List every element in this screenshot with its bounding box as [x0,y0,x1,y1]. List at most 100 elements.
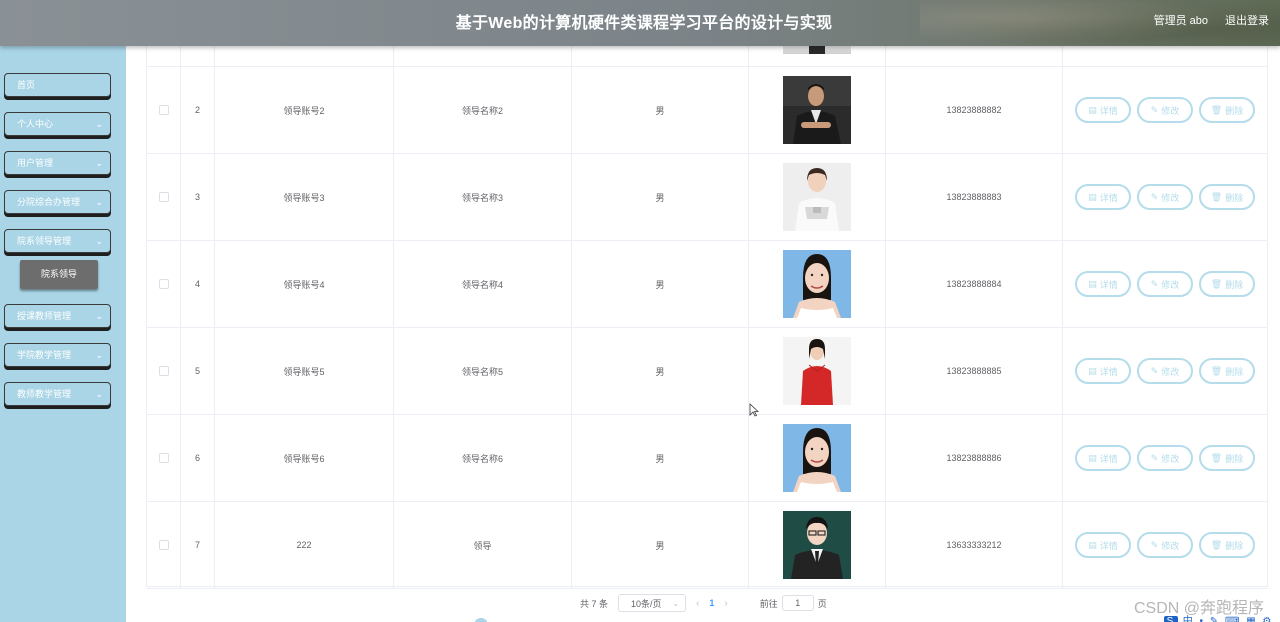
sidebar-item-dept-leader-management[interactable]: 院系领导管理 ⌄ [4,229,111,253]
row-index: 5 [181,328,215,414]
leader-photo [783,250,851,318]
row-checkbox[interactable] [158,105,169,115]
leader-photo [783,76,851,144]
document-icon: ▤ [1088,278,1097,289]
sidebar-item-college-teaching-management[interactable]: 学院教学管理 ⌄ [4,343,111,367]
detail-button[interactable]: ▤ 详情 [1075,532,1131,558]
sidebar-item-label: 分院综合办管理 [17,197,81,207]
row-checkbox[interactable] [158,540,169,550]
edit-icon: ✎ [1150,539,1159,550]
chevron-down-icon: ⌄ [95,311,103,321]
page-size-value: 10条/页 [631,598,662,609]
edit-icon: ✎ [1150,191,1159,202]
logout-button[interactable]: 退出登录 [1225,12,1269,28]
page-size-select[interactable]: 10条/页 ⌄ [618,594,687,612]
sidebar-item-label: 首页 [17,80,36,90]
submenu-item-dept-leader[interactable]: 院系领导 [20,260,98,289]
table-row: 5 领导账号5 领导名称5 男 13823888885 ▤ 详情 ✎ 修改 🗑 删除 [147,328,1267,415]
sidebar-item-label: 学院教学管理 [17,350,72,360]
delete-button[interactable]: 🗑 删除 [1199,184,1255,210]
sidebar-item-teacher-teaching-management[interactable]: 教师教学管理 ⌄ [4,382,111,406]
chevron-down-icon: ⌄ [672,598,680,608]
trash-icon: 🗑 [1210,278,1223,289]
table-row: 6 领导账号6 领导名称6 男 13823888886 ▤ 详情 ✎ 修改 🗑 删除 [147,415,1267,502]
edit-button[interactable]: ✎ 修改 [1137,358,1193,384]
leader-name: 领导名称4 [394,241,572,327]
table-row: 4 领导账号4 领导名称4 男 13823888884 ▤ 详情 ✎ 修改 🗑 删除 [147,241,1267,328]
delete-button[interactable]: 🗑 删除 [1199,358,1255,384]
leader-account: 领导账号2 [215,67,394,153]
chevron-down-icon: ⌄ [95,119,103,129]
sidebar-item-label: 院系领导管理 [17,236,72,246]
leader-name: 领导名称5 [394,328,572,414]
leader-gender: 男 [572,154,749,240]
row-index: 6 [181,415,215,501]
leader-account: 领导账号5 [215,328,394,414]
detail-button[interactable]: ▤ 详情 [1075,271,1131,297]
leader-gender: 男 [572,241,749,327]
leader-name: 领导名称2 [394,67,572,153]
document-icon: ▤ [1088,365,1097,376]
goto-label: 前往 [759,598,778,609]
row-index: 7 [181,502,215,588]
detail-button[interactable]: ▤ 详情 [1075,358,1131,384]
leader-phone: 13633333212 [886,502,1063,588]
leader-account: 领导账号3 [215,154,394,240]
chevron-down-icon: ⌄ [95,158,103,168]
edit-icon: ✎ [1150,365,1159,376]
leader-gender: 男 [572,502,749,588]
prev-page-button[interactable]: ‹ [696,598,699,609]
sidebar-item-personal-center[interactable]: 个人中心 ⌄ [4,112,111,136]
row-index: 4 [181,241,215,327]
goto-page-input[interactable] [781,595,814,611]
table-row: 7 222 领导 男 13633333212 ▤ 详情 ✎ 修改 🗑 删除 [147,502,1267,589]
sidebar-item-label: 用户管理 [17,158,54,168]
delete-button[interactable]: 🗑 删除 [1199,97,1255,123]
trash-icon: 🗑 [1210,104,1223,115]
edit-icon: ✎ [1150,278,1159,289]
sidebar-item-teacher-management[interactable]: 授课教师管理 ⌄ [4,304,111,328]
document-icon: ▤ [1088,191,1097,202]
edit-button[interactable]: ✎ 修改 [1137,445,1193,471]
detail-button[interactable]: ▤ 详情 [1075,184,1131,210]
edit-button[interactable]: ✎ 修改 [1137,271,1193,297]
chevron-down-icon: ⌄ [95,350,103,360]
leader-account: 222 [215,502,394,588]
row-checkbox[interactable] [158,192,169,202]
row-checkbox[interactable] [158,453,169,463]
next-page-button[interactable]: › [724,598,727,609]
leader-phone: 13823888885 [886,328,1063,414]
pagination: 共 7 条 10条/页 ⌄ ‹ 1 › 前往 页 [580,594,827,612]
leader-gender: 男 [572,328,749,414]
table-row: 2 领导账号2 领导名称2 男 13823888882 ▤ 详情 ✎ 修改 🗑 删除 [147,67,1267,154]
page-title: 基于Web的计算机硬件类课程学习平台的设计与实现 [455,15,833,32]
pagination-total: 共 7 条 [580,598,609,609]
detail-button[interactable]: ▤ 详情 [1075,445,1131,471]
sidebar-item-home[interactable]: 首页 [4,73,111,97]
leader-phone: 13823888884 [886,241,1063,327]
sidebar-item-label: 教师教学管理 [17,389,72,399]
sidebar-item-label: 个人中心 [17,119,54,129]
sidebar-item-branch-office-management[interactable]: 分院综合办管理 ⌄ [4,190,111,214]
edit-button[interactable]: ✎ 修改 [1137,97,1193,123]
delete-button[interactable]: 🗑 删除 [1199,271,1255,297]
edit-button[interactable]: ✎ 修改 [1137,184,1193,210]
leader-gender: 男 [572,415,749,501]
row-checkbox[interactable] [158,279,169,289]
table-row: 3 领导账号3 领导名称3 男 13823888883 ▤ 详情 ✎ 修改 🗑 删除 [147,154,1267,241]
leader-photo [783,511,851,579]
leader-phone: 13823888883 [886,154,1063,240]
leader-account: 领导账号6 [215,415,394,501]
ime-toolbar: S 中 • ✎ ⌨ ▦ ⚙ [1164,612,1280,622]
detail-button[interactable]: ▤ 详情 [1075,97,1131,123]
delete-button[interactable]: 🗑 删除 [1199,445,1255,471]
row-checkbox[interactable] [158,366,169,376]
edit-button[interactable]: ✎ 修改 [1137,532,1193,558]
top-header: 基于Web的计算机硬件类课程学习平台的设计与实现 管理员 abo 退出登录 [0,0,1280,46]
leader-gender: 男 [572,67,749,153]
trash-icon: 🗑 [1210,452,1223,463]
delete-button[interactable]: 🗑 删除 [1199,532,1255,558]
sidebar-item-user-management[interactable]: 用户管理 ⌄ [4,151,111,175]
page-number-active[interactable]: 1 [709,598,714,608]
leader-photo [783,337,851,405]
